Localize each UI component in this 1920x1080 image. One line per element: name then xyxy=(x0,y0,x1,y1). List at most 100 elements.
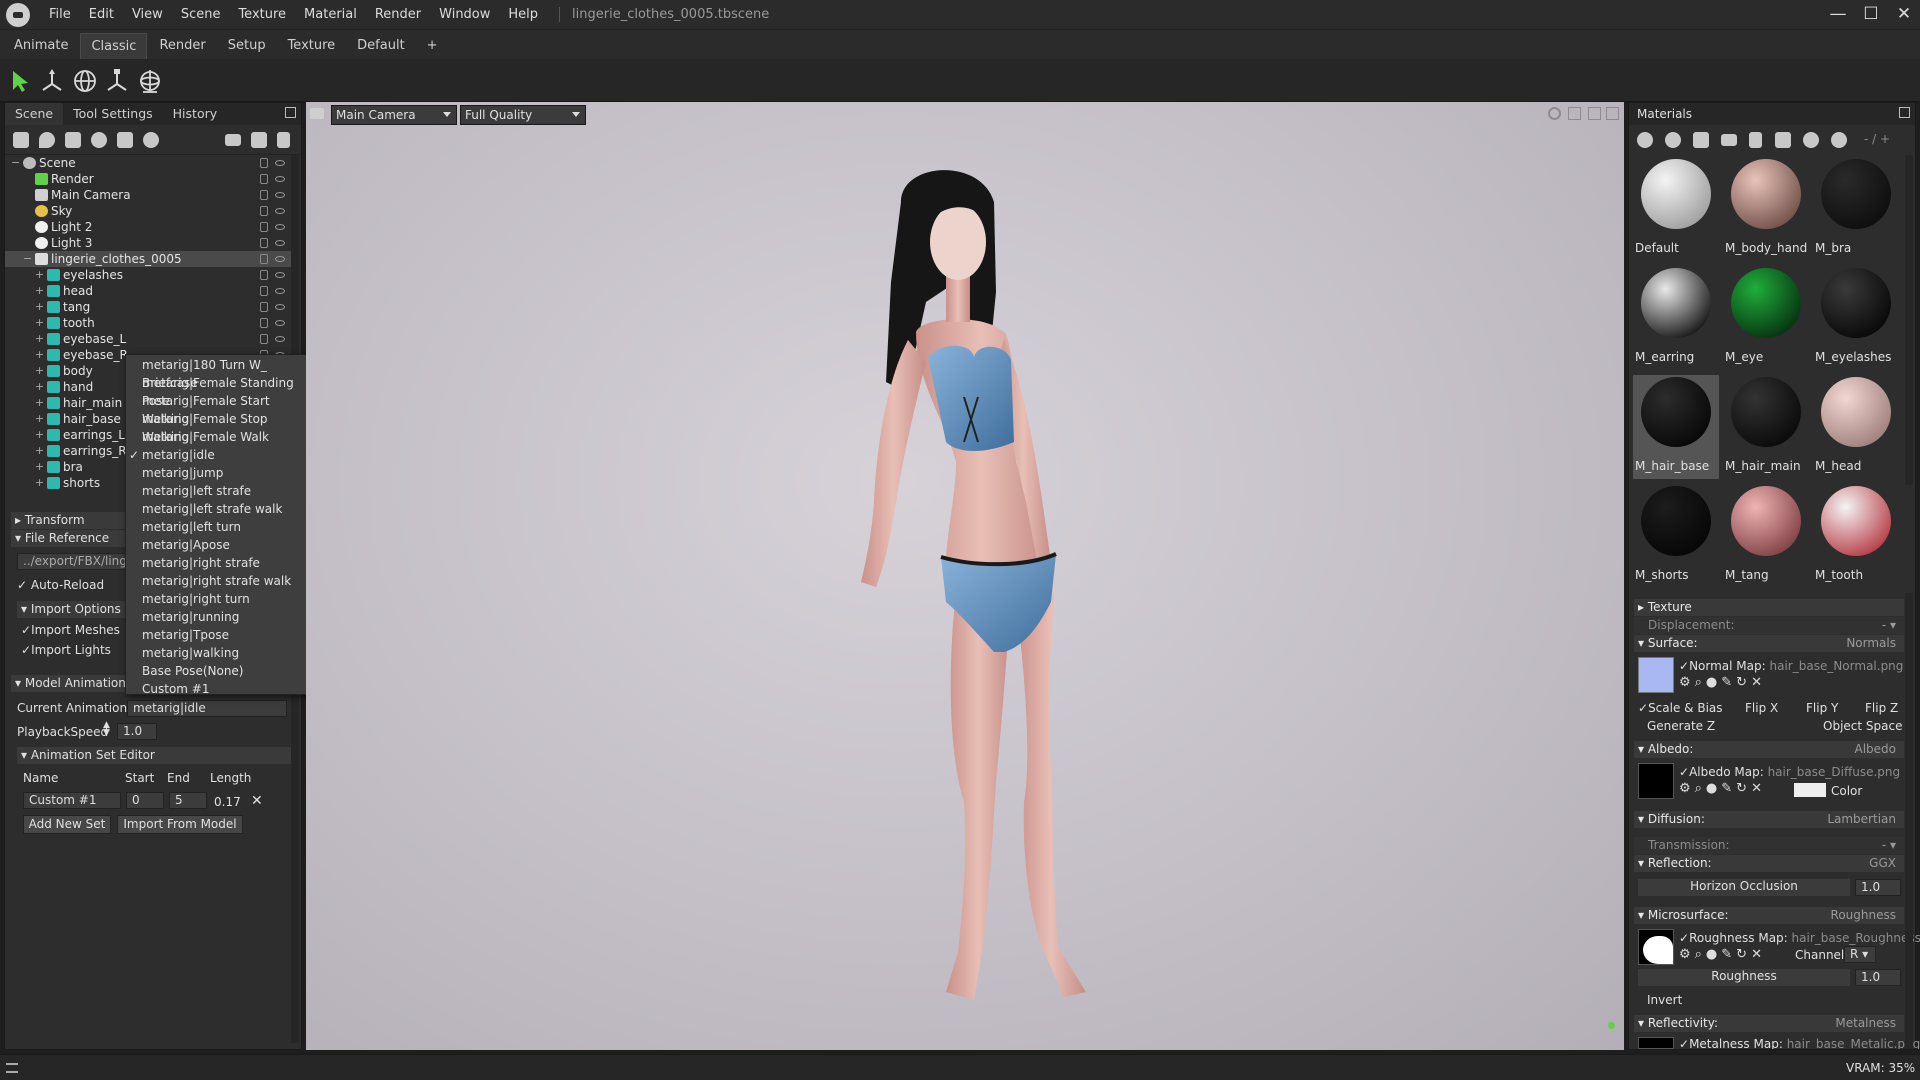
tree-expand-icon[interactable]: + xyxy=(35,461,44,472)
channel-select[interactable]: R ▾ xyxy=(1844,946,1876,963)
tree-expand-icon[interactable]: − xyxy=(23,253,32,264)
close-button[interactable]: ✕ xyxy=(1884,0,1920,29)
tree-expand-icon[interactable]: + xyxy=(35,477,44,488)
tree-item-light-3[interactable]: Light 3 xyxy=(5,235,295,251)
tree-item-main-camera[interactable]: Main Camera xyxy=(5,187,295,203)
animation-option[interactable]: metarig|Female Start Walking xyxy=(126,392,312,426)
menu-help[interactable]: Help xyxy=(499,0,547,29)
albedo-map-thumbnail[interactable] xyxy=(1638,763,1674,799)
animation-option[interactable]: metarig|Female Walk xyxy=(126,428,312,446)
menu-material[interactable]: Material xyxy=(295,0,366,29)
tree-expand-icon[interactable]: + xyxy=(35,285,44,296)
add-sky-icon[interactable] xyxy=(91,132,107,148)
material-thumb-m-tooth[interactable]: M_tooth xyxy=(1813,484,1899,588)
tree-item-eyebase-l[interactable]: + eyebase_L xyxy=(5,331,295,347)
import-meshes-checkbox[interactable]: ✓Import Meshes xyxy=(21,623,120,637)
tab-history[interactable]: History xyxy=(163,103,227,125)
animation-option[interactable]: metarig|Apose xyxy=(126,536,312,554)
reflectivity-section-header[interactable]: ▾ Reflectivity: Metalness xyxy=(1634,1015,1904,1032)
viewport-move-icon[interactable] xyxy=(1568,107,1581,120)
material-thumb-m-body-hand[interactable]: M_body_hand xyxy=(1723,157,1809,261)
albedo-section-header[interactable]: ▾ Albedo: Albedo xyxy=(1634,741,1904,758)
menu-render[interactable]: Render xyxy=(366,0,430,29)
roughness-slider[interactable]: Roughness xyxy=(1638,969,1850,986)
tree-expand-icon[interactable]: − xyxy=(11,157,20,168)
tree-expand-icon[interactable] xyxy=(23,206,32,215)
tree-item-head[interactable]: + head xyxy=(5,283,295,299)
camera-icon[interactable] xyxy=(310,108,324,119)
animation-option[interactable]: metarig|right strafe walk xyxy=(126,572,312,590)
popout-icon[interactable] xyxy=(285,107,296,118)
visibility-icon[interactable] xyxy=(275,304,285,310)
properties-scrollbar[interactable] xyxy=(1905,593,1913,1049)
material-link-icon[interactable] xyxy=(1693,132,1709,148)
roughness-map-thumbnail[interactable] xyxy=(1638,929,1674,965)
add-camera-icon[interactable] xyxy=(65,132,81,148)
animation-option[interactable]: metarig|left strafe xyxy=(126,482,312,500)
layout-tab-animate[interactable]: Animate xyxy=(4,33,78,59)
invert-checkbox[interactable]: Invert xyxy=(1647,993,1682,1007)
add-layout-tab-button[interactable]: + xyxy=(417,33,448,59)
material-thumb-m-bra[interactable]: M_bra xyxy=(1813,157,1899,261)
animation-option[interactable]: metarig|running xyxy=(126,608,312,626)
visibility-icon[interactable] xyxy=(275,192,285,198)
material-thumb-default[interactable]: Default xyxy=(1633,157,1719,261)
anim-set-end-input[interactable]: 5 xyxy=(169,792,207,809)
tree-expand-icon[interactable] xyxy=(23,190,32,199)
current-animation-select[interactable]: metarig|idle xyxy=(127,700,287,717)
roughness-input[interactable]: 1.0 xyxy=(1855,969,1901,986)
add-object-icon[interactable] xyxy=(13,132,29,148)
animation-option[interactable]: metarig|jump xyxy=(126,464,312,482)
object-space-checkbox[interactable]: Object Space xyxy=(1823,719,1902,733)
delete-material-icon[interactable] xyxy=(1749,132,1762,148)
scale-bias-checkbox[interactable]: ✓Scale & Bias xyxy=(1638,701,1723,715)
roughness-map-actions[interactable]: ⚙⌕●✎↻✕ xyxy=(1679,947,1766,962)
menu-edit[interactable]: Edit xyxy=(80,0,123,29)
animation-option[interactable]: metarig|right strafe xyxy=(126,554,312,572)
material-thumb-m-shorts[interactable]: M_shorts xyxy=(1633,484,1719,588)
visibility-icon[interactable] xyxy=(275,320,285,326)
visibility-icon[interactable] xyxy=(275,208,285,214)
scale-gizmo-icon[interactable] xyxy=(104,68,130,94)
camera-select[interactable]: Main Camera xyxy=(331,105,457,125)
quality-select[interactable]: Full Quality xyxy=(460,105,586,125)
remove-set-icon[interactable]: ✕ xyxy=(251,793,263,809)
material-grid-scrollbar[interactable] xyxy=(1905,155,1913,485)
tree-expand-icon[interactable]: + xyxy=(35,349,44,360)
visibility-icon[interactable] xyxy=(275,240,285,246)
visibility-icon[interactable] xyxy=(275,272,285,278)
tree-item-tooth[interactable]: + tooth xyxy=(5,315,295,331)
tree-item-scene[interactable]: − Scene xyxy=(5,155,295,171)
albedo-mode-select[interactable]: Albedo xyxy=(1854,741,1896,758)
material-thumb-m-hair-main[interactable]: M_hair_main xyxy=(1723,375,1809,479)
viewport-settings-icon[interactable] xyxy=(1548,107,1561,120)
transmission-section-header[interactable]: Transmission: - ▾ xyxy=(1634,837,1904,854)
diffusion-mode-select[interactable]: Lambertian xyxy=(1827,811,1896,828)
layout-tab-render[interactable]: Render xyxy=(149,33,215,59)
menu-window[interactable]: Window xyxy=(430,0,499,29)
duplicate-icon[interactable] xyxy=(251,132,267,148)
visibility-icon[interactable] xyxy=(275,256,285,262)
tree-expand-icon[interactable]: + xyxy=(35,397,44,408)
visibility-icon[interactable] xyxy=(275,160,285,166)
tree-expand-icon[interactable]: + xyxy=(35,301,44,312)
menu-texture[interactable]: Texture xyxy=(229,0,295,29)
viewport-popout-icon[interactable] xyxy=(1606,107,1619,120)
tab-scene[interactable]: Scene xyxy=(5,103,64,125)
animation-option[interactable]: metarig|Female Standing Pose xyxy=(126,374,312,408)
tree-item-lingerie-clothes-0005[interactable]: − lingerie_clothes_0005 xyxy=(5,251,295,267)
tab-tool-settings[interactable]: Tool Settings xyxy=(63,103,163,125)
material-thumb-m-tang[interactable]: M_tang xyxy=(1723,484,1809,588)
animation-option[interactable]: metarig|walking xyxy=(126,644,312,662)
horizon-occlusion-input[interactable]: 1.0 xyxy=(1855,879,1901,896)
folder-icon[interactable] xyxy=(225,134,241,146)
new-material-icon[interactable] xyxy=(1637,132,1653,148)
reflection-mode-select[interactable]: GGX xyxy=(1869,855,1896,872)
menu-file[interactable]: File xyxy=(40,0,80,29)
move-gizmo-icon[interactable] xyxy=(39,68,65,94)
import-from-model-button[interactable]: Import From Model xyxy=(117,815,243,834)
microsurface-mode-select[interactable]: Roughness xyxy=(1831,907,1896,924)
flip-y-checkbox[interactable]: Flip Y xyxy=(1806,701,1838,715)
duplicate-material-icon[interactable] xyxy=(1665,132,1681,148)
lock-icon[interactable] xyxy=(260,174,268,184)
